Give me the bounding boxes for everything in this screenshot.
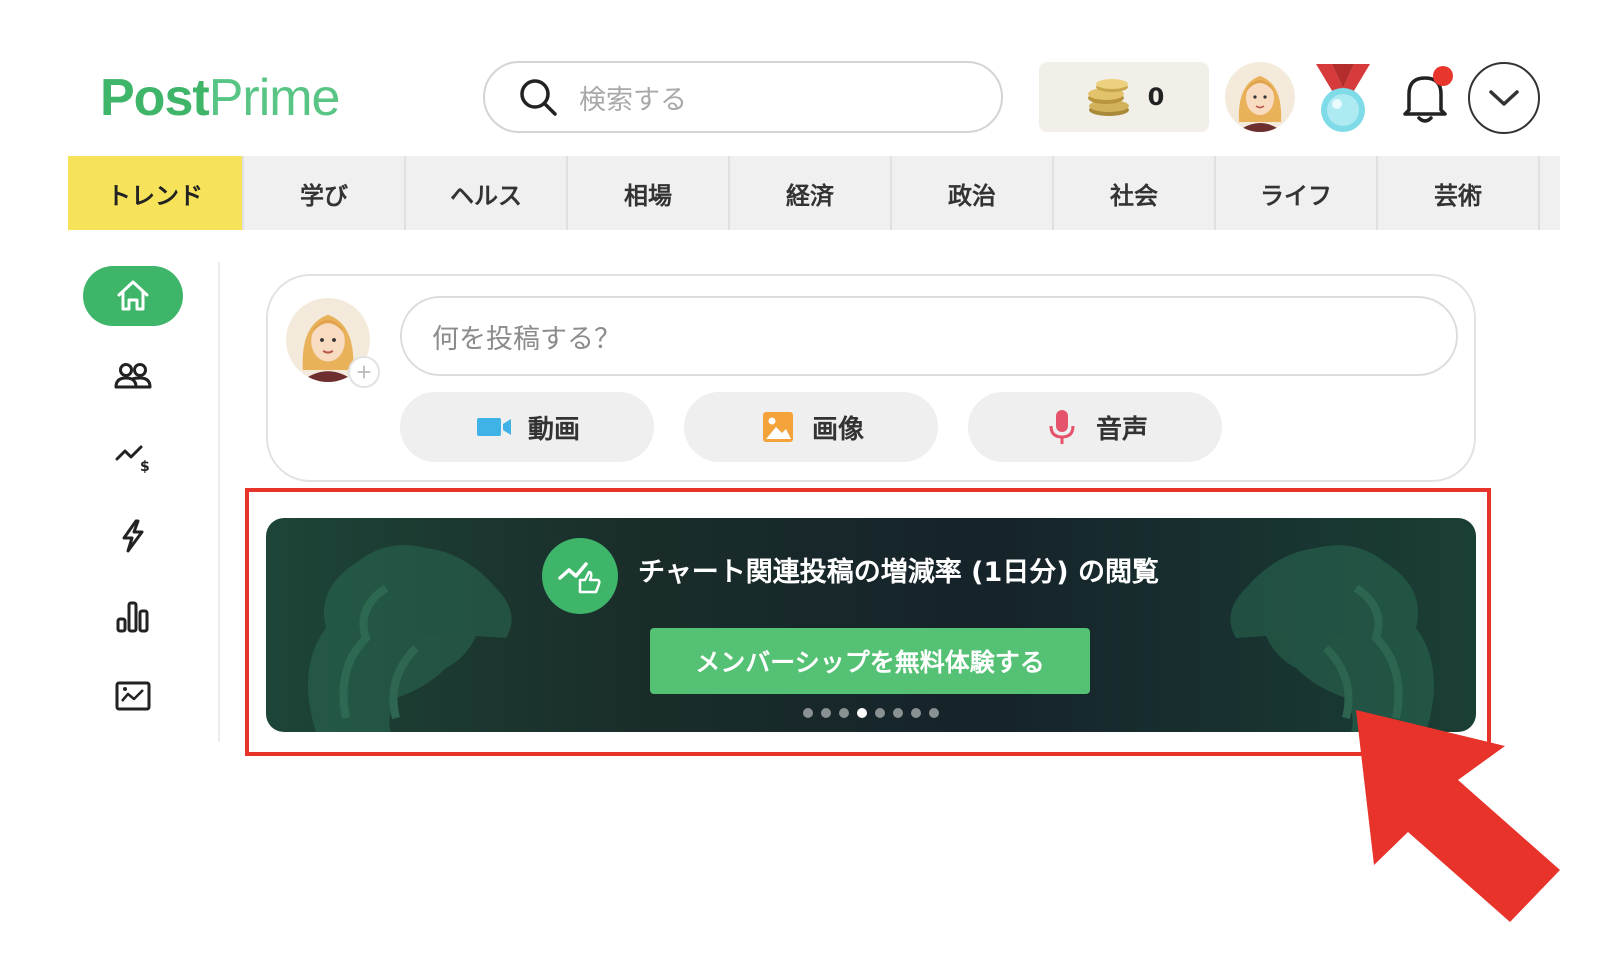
tab-politics[interactable]: 政治: [892, 156, 1054, 230]
notifications[interactable]: [1395, 66, 1455, 126]
video-button[interactable]: 動画: [400, 392, 654, 462]
plus-icon: [357, 365, 371, 379]
medal-icon: [1316, 64, 1370, 132]
sidebar-item-ranking[interactable]: [83, 586, 183, 646]
coin-count: 0: [1147, 83, 1165, 111]
logo-prime: Prime: [208, 69, 341, 127]
image-label: 画像: [811, 414, 864, 445]
coin-balance[interactable]: 0: [1039, 62, 1209, 132]
left-sidebar: $: [68, 262, 220, 742]
logo-post: Post: [100, 69, 210, 127]
post-composer: 何を投稿する？ 動画 画像 音声: [266, 274, 1476, 482]
post-input[interactable]: 何を投稿する？: [400, 296, 1458, 376]
sidebar-item-home[interactable]: [83, 266, 183, 326]
image-icon: [762, 412, 793, 442]
medal-badge[interactable]: [1310, 62, 1376, 136]
chevron-down-icon: [1489, 90, 1519, 106]
tab-economy[interactable]: 経済: [730, 156, 892, 230]
home-icon: [117, 280, 149, 311]
notification-dot: [1433, 66, 1453, 86]
sidebar-item-chart-posts[interactable]: $: [83, 426, 183, 486]
sidebar-item-following[interactable]: [83, 346, 183, 406]
video-camera-icon: [476, 418, 511, 436]
chart-image-icon: [115, 681, 151, 711]
sidebar-item-chart-gallery[interactable]: [83, 666, 183, 726]
avatar-illustration: [1225, 62, 1295, 132]
people-icon: [114, 363, 152, 389]
microphone-icon: [1049, 410, 1075, 444]
lightning-icon: [122, 519, 144, 553]
add-avatar-button[interactable]: [348, 356, 380, 388]
tab-trend[interactable]: トレンド: [68, 156, 244, 230]
tab-life[interactable]: ライフ: [1216, 156, 1378, 230]
audio-label: 音声: [1095, 414, 1148, 445]
tab-arts[interactable]: 芸術: [1378, 156, 1540, 230]
user-avatar[interactable]: [1225, 62, 1295, 132]
tab-society[interactable]: 社会: [1054, 156, 1216, 230]
sidebar-item-flash[interactable]: [83, 506, 183, 566]
audio-button[interactable]: 音声: [968, 392, 1222, 462]
tab-market[interactable]: 相場: [568, 156, 730, 230]
svg-text:$: $: [140, 459, 150, 475]
image-button[interactable]: 画像: [684, 392, 938, 462]
account-menu-button[interactable]: [1468, 62, 1540, 134]
search-box[interactable]: 検索する: [483, 61, 1003, 133]
coins-icon: [1087, 79, 1129, 116]
category-tabs: トレンド 学び ヘルス 相場 経済 政治 社会 ライフ 芸術: [68, 156, 1560, 230]
trend-dollar-icon: $: [115, 445, 150, 475]
search-icon: [520, 79, 557, 116]
tab-health[interactable]: ヘルス: [406, 156, 568, 230]
postprime-logo[interactable]: PostPrime: [100, 68, 341, 128]
video-label: 動画: [527, 414, 580, 445]
bar-chart-icon: [116, 601, 149, 633]
tab-learning[interactable]: 学び: [244, 156, 406, 230]
search-placeholder: 検索する: [579, 84, 687, 116]
red-arrow-annotation: [1356, 710, 1560, 922]
